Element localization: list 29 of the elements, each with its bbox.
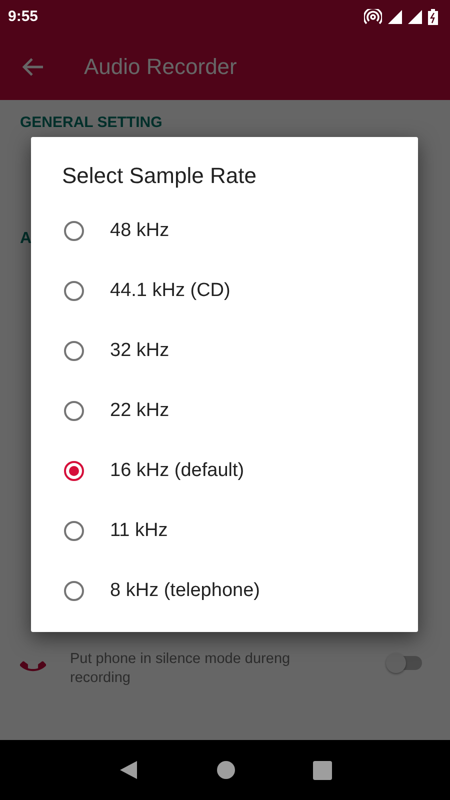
section-header: A	[20, 230, 32, 248]
hotspot-icon	[364, 8, 382, 24]
signal-icon	[408, 10, 422, 24]
recents-nav-icon[interactable]	[312, 760, 332, 780]
back-nav-icon[interactable]	[118, 760, 138, 780]
radio-button[interactable]	[64, 281, 84, 301]
battery-icon	[428, 8, 438, 24]
home-nav-icon[interactable]	[216, 760, 236, 780]
sample-rate-option[interactable]: 16 kHz (default)	[31, 441, 418, 501]
sample-rate-option[interactable]: 8 kHz (telephone)	[31, 561, 418, 621]
app-title: Audio Recorder	[84, 54, 237, 80]
radio-button[interactable]	[64, 341, 84, 361]
sample-rate-option[interactable]: 32 kHz	[31, 321, 418, 381]
section-header: GENERAL SETTING	[20, 114, 162, 131]
radio-button[interactable]	[64, 581, 84, 601]
radio-button[interactable]	[64, 401, 84, 421]
sample-rate-option[interactable]: 22 kHz	[31, 381, 418, 441]
sample-rate-option[interactable]: 11 kHz	[31, 501, 418, 561]
dialog-title: Select Sample Rate	[62, 163, 258, 189]
back-arrow-icon[interactable]	[22, 56, 44, 76]
radio-button[interactable]	[64, 461, 84, 481]
radio-button[interactable]	[64, 221, 84, 241]
sample-rate-option[interactable]: 44.1 kHz (CD)	[31, 261, 418, 321]
setting-description: Put phone in silence mode dureng recording	[70, 650, 292, 688]
signal-icon	[388, 10, 402, 24]
status-time: 9:55	[8, 8, 38, 25]
sample-rate-option[interactable]: 48 kHz	[31, 201, 418, 261]
silence-toggle[interactable]	[388, 656, 422, 670]
radio-button[interactable]	[64, 521, 84, 541]
